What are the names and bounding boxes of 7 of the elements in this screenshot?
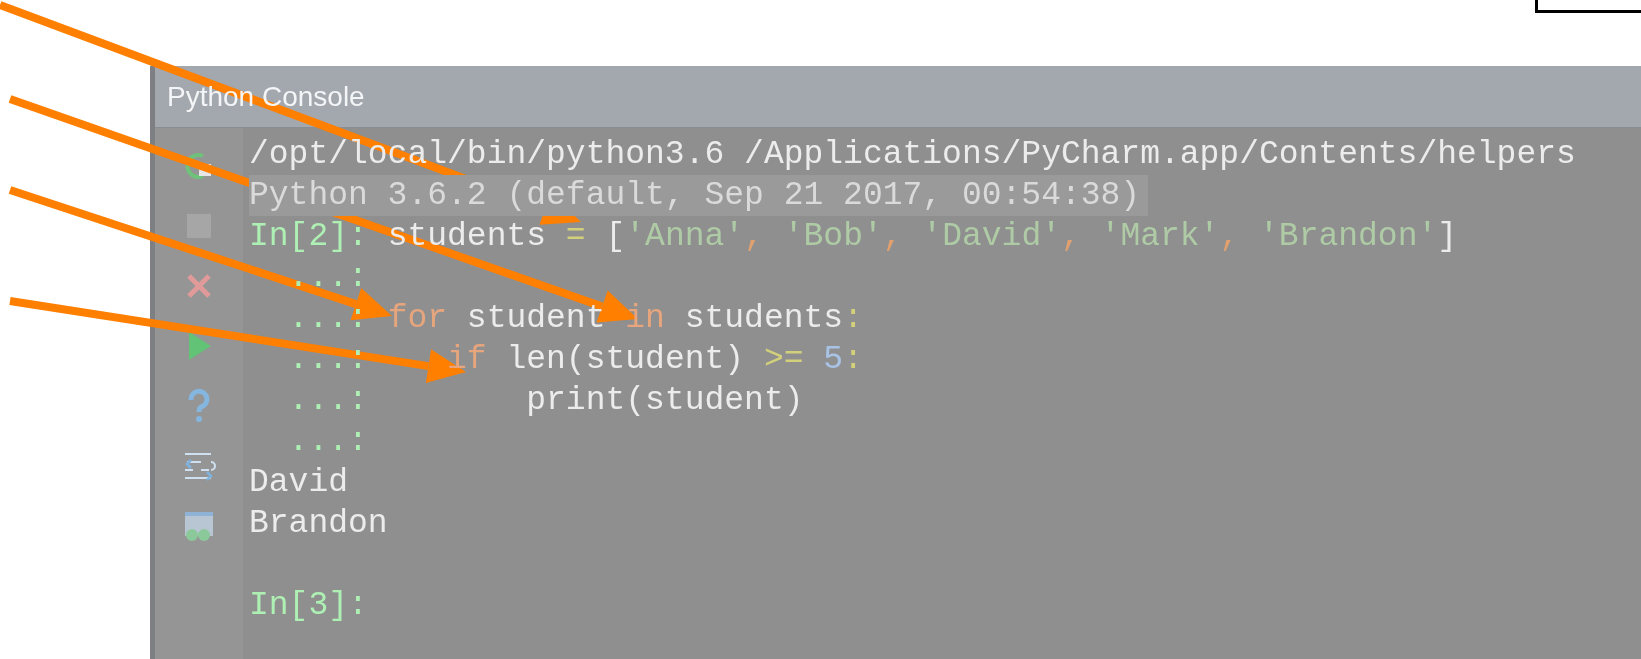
input-prompt: In[3]: <box>249 587 368 624</box>
console-line: ...: print(student) <box>287 381 804 421</box>
console-line: Brandon <box>249 504 388 544</box>
console-line: David <box>249 463 349 503</box>
console-line: ...: for student in students: <box>287 299 863 339</box>
console-line: ...: <box>287 422 368 462</box>
console-line: ...: <box>287 258 368 298</box>
